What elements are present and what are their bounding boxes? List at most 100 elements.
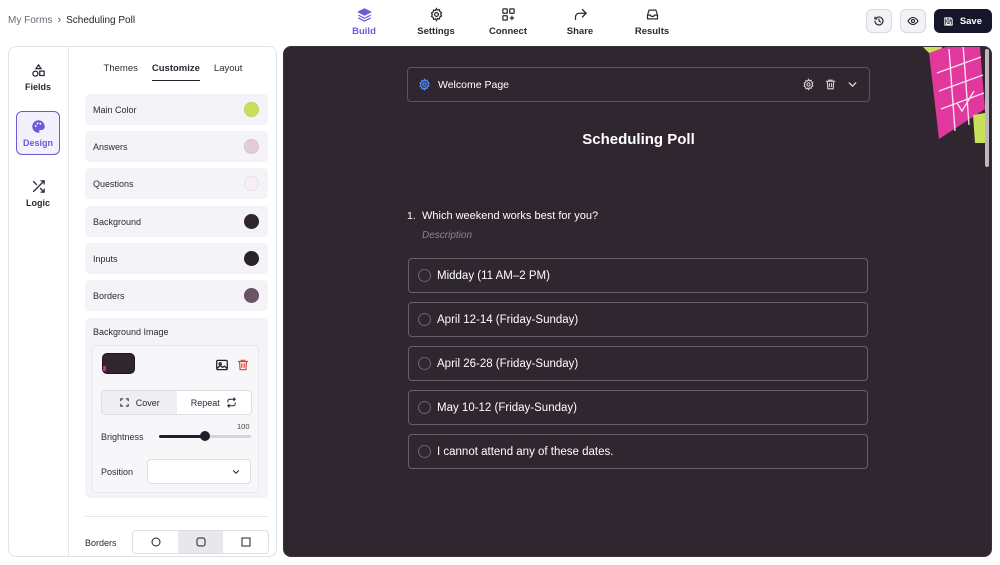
color-swatch[interactable] <box>244 251 259 266</box>
welcome-page-title: Welcome Page <box>438 78 510 91</box>
builder-rail: Fields Design Logic <box>9 47 69 556</box>
preview-button[interactable] <box>899 9 926 33</box>
tab-customize[interactable]: Customize <box>151 57 200 81</box>
background-image-settings: Cover Repeat Brightness 100 Position <box>92 345 259 493</box>
history-icon <box>874 16 884 26</box>
welcome-page-tools <box>802 78 859 91</box>
brightness-value: 100 <box>237 422 250 431</box>
eye-icon <box>907 16 919 26</box>
color-swatch[interactable] <box>244 214 259 229</box>
rail-item-fields[interactable]: Fields <box>16 55 60 99</box>
main-nav-tabs: Build Settings Connect Share Results <box>328 0 688 44</box>
background-fit-toggle: Cover Repeat <box>101 390 252 415</box>
tab-settings[interactable]: Settings <box>400 0 472 44</box>
color-row-main-color[interactable]: Main Color <box>85 94 268 125</box>
tab-share[interactable]: Share <box>544 0 616 44</box>
brightness-slider-track[interactable] <box>205 435 251 438</box>
calendar-decoration <box>923 47 985 143</box>
color-row-label: Answers <box>93 141 128 152</box>
answer-option-label: May 10-12 (Friday-Sunday) <box>437 401 577 414</box>
trash-icon[interactable] <box>824 78 837 91</box>
save-button[interactable]: Save <box>933 9 992 33</box>
rounded-square-icon <box>196 537 205 547</box>
background-image-card: Background Image Cover Repeat Brightness <box>85 318 268 498</box>
background-image-thumbnail[interactable] <box>102 353 135 374</box>
radio-button[interactable] <box>418 313 431 326</box>
border-option-rounded[interactable] <box>178 531 223 553</box>
color-row-borders[interactable]: Borders <box>85 280 268 311</box>
chevron-down-icon[interactable] <box>846 78 859 91</box>
welcome-page-bar[interactable]: Welcome Page <box>407 67 870 102</box>
tab-themes[interactable]: Themes <box>104 57 138 81</box>
brightness-label: Brightness <box>101 432 144 442</box>
welcome-gear-icon <box>419 78 430 91</box>
rail-item-logic[interactable]: Logic <box>16 171 60 215</box>
answer-option[interactable]: April 26-28 (Friday-Sunday) <box>408 346 868 381</box>
color-row-label: Borders <box>93 290 125 301</box>
color-row-inputs[interactable]: Inputs <box>85 243 268 274</box>
top-actions: Save <box>865 9 992 33</box>
color-row-label: Background <box>93 216 142 227</box>
tab-build[interactable]: Build <box>328 0 400 44</box>
share-arrow-icon <box>574 8 587 21</box>
position-label: Position <box>101 467 134 477</box>
gear-icon[interactable] <box>802 78 815 91</box>
question-text[interactable]: Which weekend works best for you? <box>422 210 598 222</box>
answer-option[interactable]: I cannot attend any of these dates. <box>408 434 868 469</box>
tab-results-label: Results <box>634 26 670 37</box>
answer-option[interactable]: Midday (11 AM–2 PM) <box>408 258 868 293</box>
thumbnail-accent <box>103 366 106 371</box>
fit-option-repeat-label: Repeat <box>190 397 220 408</box>
brightness-slider-fill[interactable] <box>159 435 205 438</box>
radio-button[interactable] <box>418 401 431 414</box>
color-row-questions[interactable]: Questions <box>85 168 268 199</box>
border-option-circle[interactable] <box>133 531 178 553</box>
history-button[interactable] <box>865 9 892 33</box>
breadcrumb-my-forms[interactable]: My Forms <box>8 15 52 26</box>
save-button-label: Save <box>959 15 982 27</box>
color-swatch[interactable] <box>244 176 259 191</box>
design-sidebar: Fields Design Logic Themes Customize Lay… <box>8 46 277 557</box>
square-icon <box>241 537 250 547</box>
color-swatch[interactable] <box>244 102 259 117</box>
form-preview: Welcome Page Scheduling Poll 1. Which we… <box>283 46 992 557</box>
color-row-background[interactable]: Background <box>85 206 268 237</box>
fit-option-cover[interactable]: Cover <box>102 391 177 414</box>
radio-button[interactable] <box>418 269 431 282</box>
radio-button[interactable] <box>418 445 431 458</box>
position-select[interactable] <box>147 459 251 484</box>
color-swatch[interactable] <box>244 139 259 154</box>
trash-icon[interactable] <box>236 358 250 372</box>
rail-item-fields-label: Fields <box>24 81 51 92</box>
answer-option-label: I cannot attend any of these dates. <box>437 445 614 458</box>
border-style-toggle <box>132 530 269 554</box>
fit-option-repeat[interactable]: Repeat <box>176 391 251 414</box>
tab-connect[interactable]: Connect <box>472 0 544 44</box>
breadcrumb-current-form: Scheduling Poll <box>66 14 136 26</box>
answer-option-label: Midday (11 AM–2 PM) <box>437 269 550 282</box>
color-row-label: Questions <box>93 178 134 189</box>
chevron-down-icon <box>232 470 240 474</box>
expand-icon <box>120 398 129 407</box>
rail-item-logic-label: Logic <box>26 197 50 208</box>
answer-option[interactable]: May 10-12 (Friday-Sunday) <box>408 390 868 425</box>
tab-share-label: Share <box>566 26 594 37</box>
brightness-slider-handle[interactable] <box>200 431 210 441</box>
floppy-disk-icon <box>944 16 953 26</box>
preview-scrollbar[interactable] <box>985 49 989 167</box>
answer-option[interactable]: April 12-14 (Friday-Sunday) <box>408 302 868 337</box>
color-swatch[interactable] <box>244 288 259 303</box>
border-option-square[interactable] <box>223 531 268 553</box>
layers-icon <box>357 8 371 22</box>
rail-item-design[interactable]: Design <box>16 111 60 155</box>
answer-option-label: April 12-14 (Friday-Sunday) <box>437 313 579 326</box>
background-image-title: Background Image <box>93 327 169 337</box>
tab-layout[interactable]: Layout <box>214 57 243 81</box>
tab-results[interactable]: Results <box>616 0 688 44</box>
image-upload-icon[interactable] <box>215 358 229 372</box>
radio-button[interactable] <box>418 357 431 370</box>
section-divider <box>85 516 268 517</box>
shuffle-icon <box>32 179 45 193</box>
color-row-answers[interactable]: Answers <box>85 131 268 162</box>
question-description[interactable]: Description <box>422 230 472 241</box>
